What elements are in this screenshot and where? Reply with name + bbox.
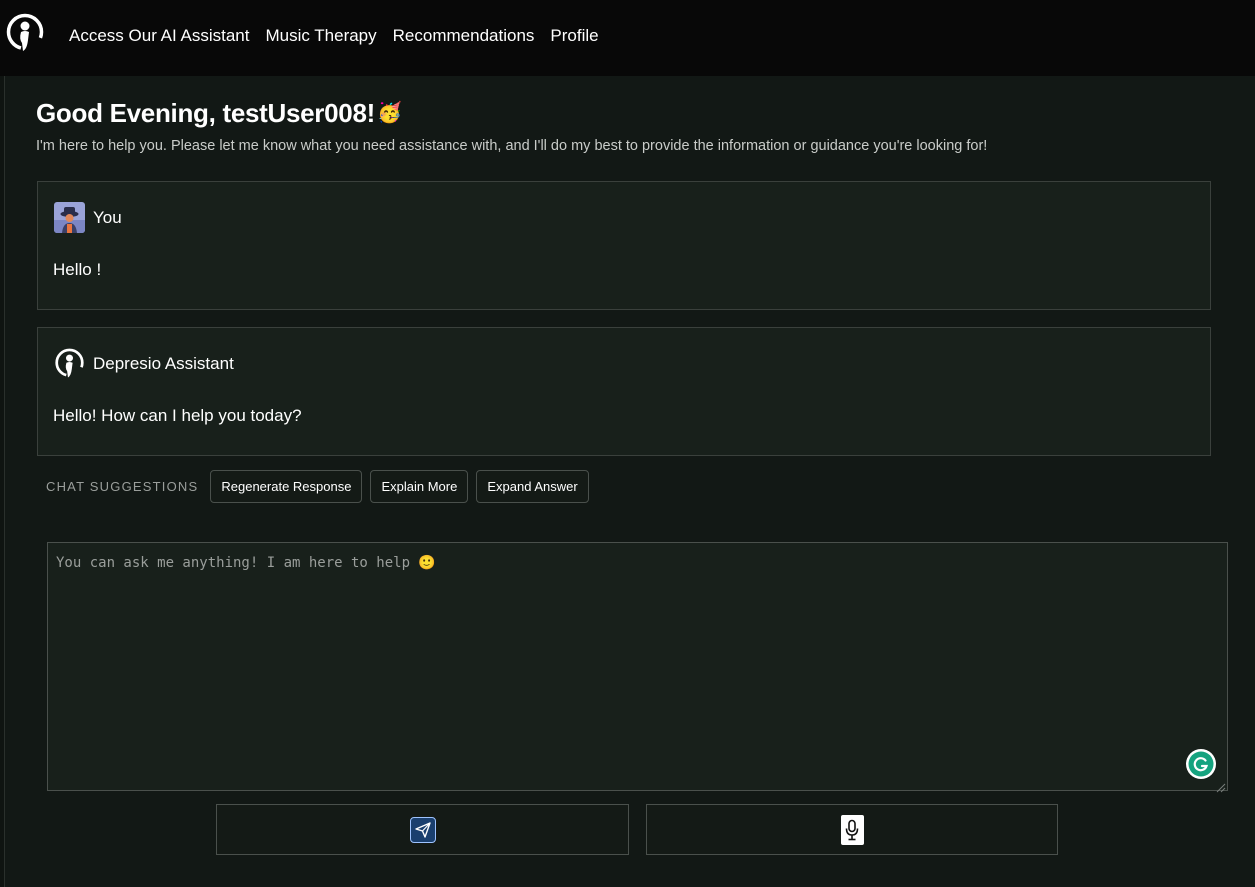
grammarly-icon[interactable] [1186,749,1216,779]
chat-suggestions: CHAT SUGGESTIONS Regenerate Response Exp… [46,470,597,503]
send-icon [409,816,436,843]
expand-answer-button[interactable]: Expand Answer [476,470,589,503]
top-navbar: Access Our AI Assistant Music Therapy Re… [0,0,1255,76]
suggestions-label: CHAT SUGGESTIONS [46,479,199,494]
message-sender: You [93,207,122,227]
app-logo-icon[interactable] [6,13,44,53]
assistant-logo-icon [54,348,85,379]
greeting-text: Good Evening, testUser008! [36,98,375,128]
message-text: Hello ! [53,260,102,279]
regenerate-response-button[interactable]: Regenerate Response [210,470,363,503]
party-face-emoji-icon: 🥳 [376,102,402,124]
message-text: Hello! How can I help you today? [53,406,302,425]
voice-input-button[interactable] [646,804,1058,855]
greeting-subtitle: I'm here to help you. Please let me know… [36,138,988,154]
user-avatar [54,202,85,233]
page-title: Good Evening, testUser008! 🥳 [36,98,402,129]
primary-nav: Access Our AI Assistant Music Therapy Re… [69,26,599,46]
nav-recommendations[interactable]: Recommendations [393,26,535,46]
message-header: Depresio Assistant [54,348,234,379]
chat-message-user: You Hello ! [37,181,1211,310]
nav-profile[interactable]: Profile [550,26,598,46]
chat-message-assistant: Depresio Assistant Hello! How can I help… [37,327,1211,456]
microphone-icon [840,814,864,845]
send-button[interactable] [216,804,629,855]
resize-handle-icon[interactable] [1216,780,1226,793]
message-header: You [54,202,122,233]
nav-music-therapy[interactable]: Music Therapy [265,26,376,46]
message-sender: Depresio Assistant [93,353,234,373]
chat-input[interactable] [47,542,1228,791]
nav-ai-assistant[interactable]: Access Our AI Assistant [69,26,249,46]
explain-more-button[interactable]: Explain More [370,470,469,503]
